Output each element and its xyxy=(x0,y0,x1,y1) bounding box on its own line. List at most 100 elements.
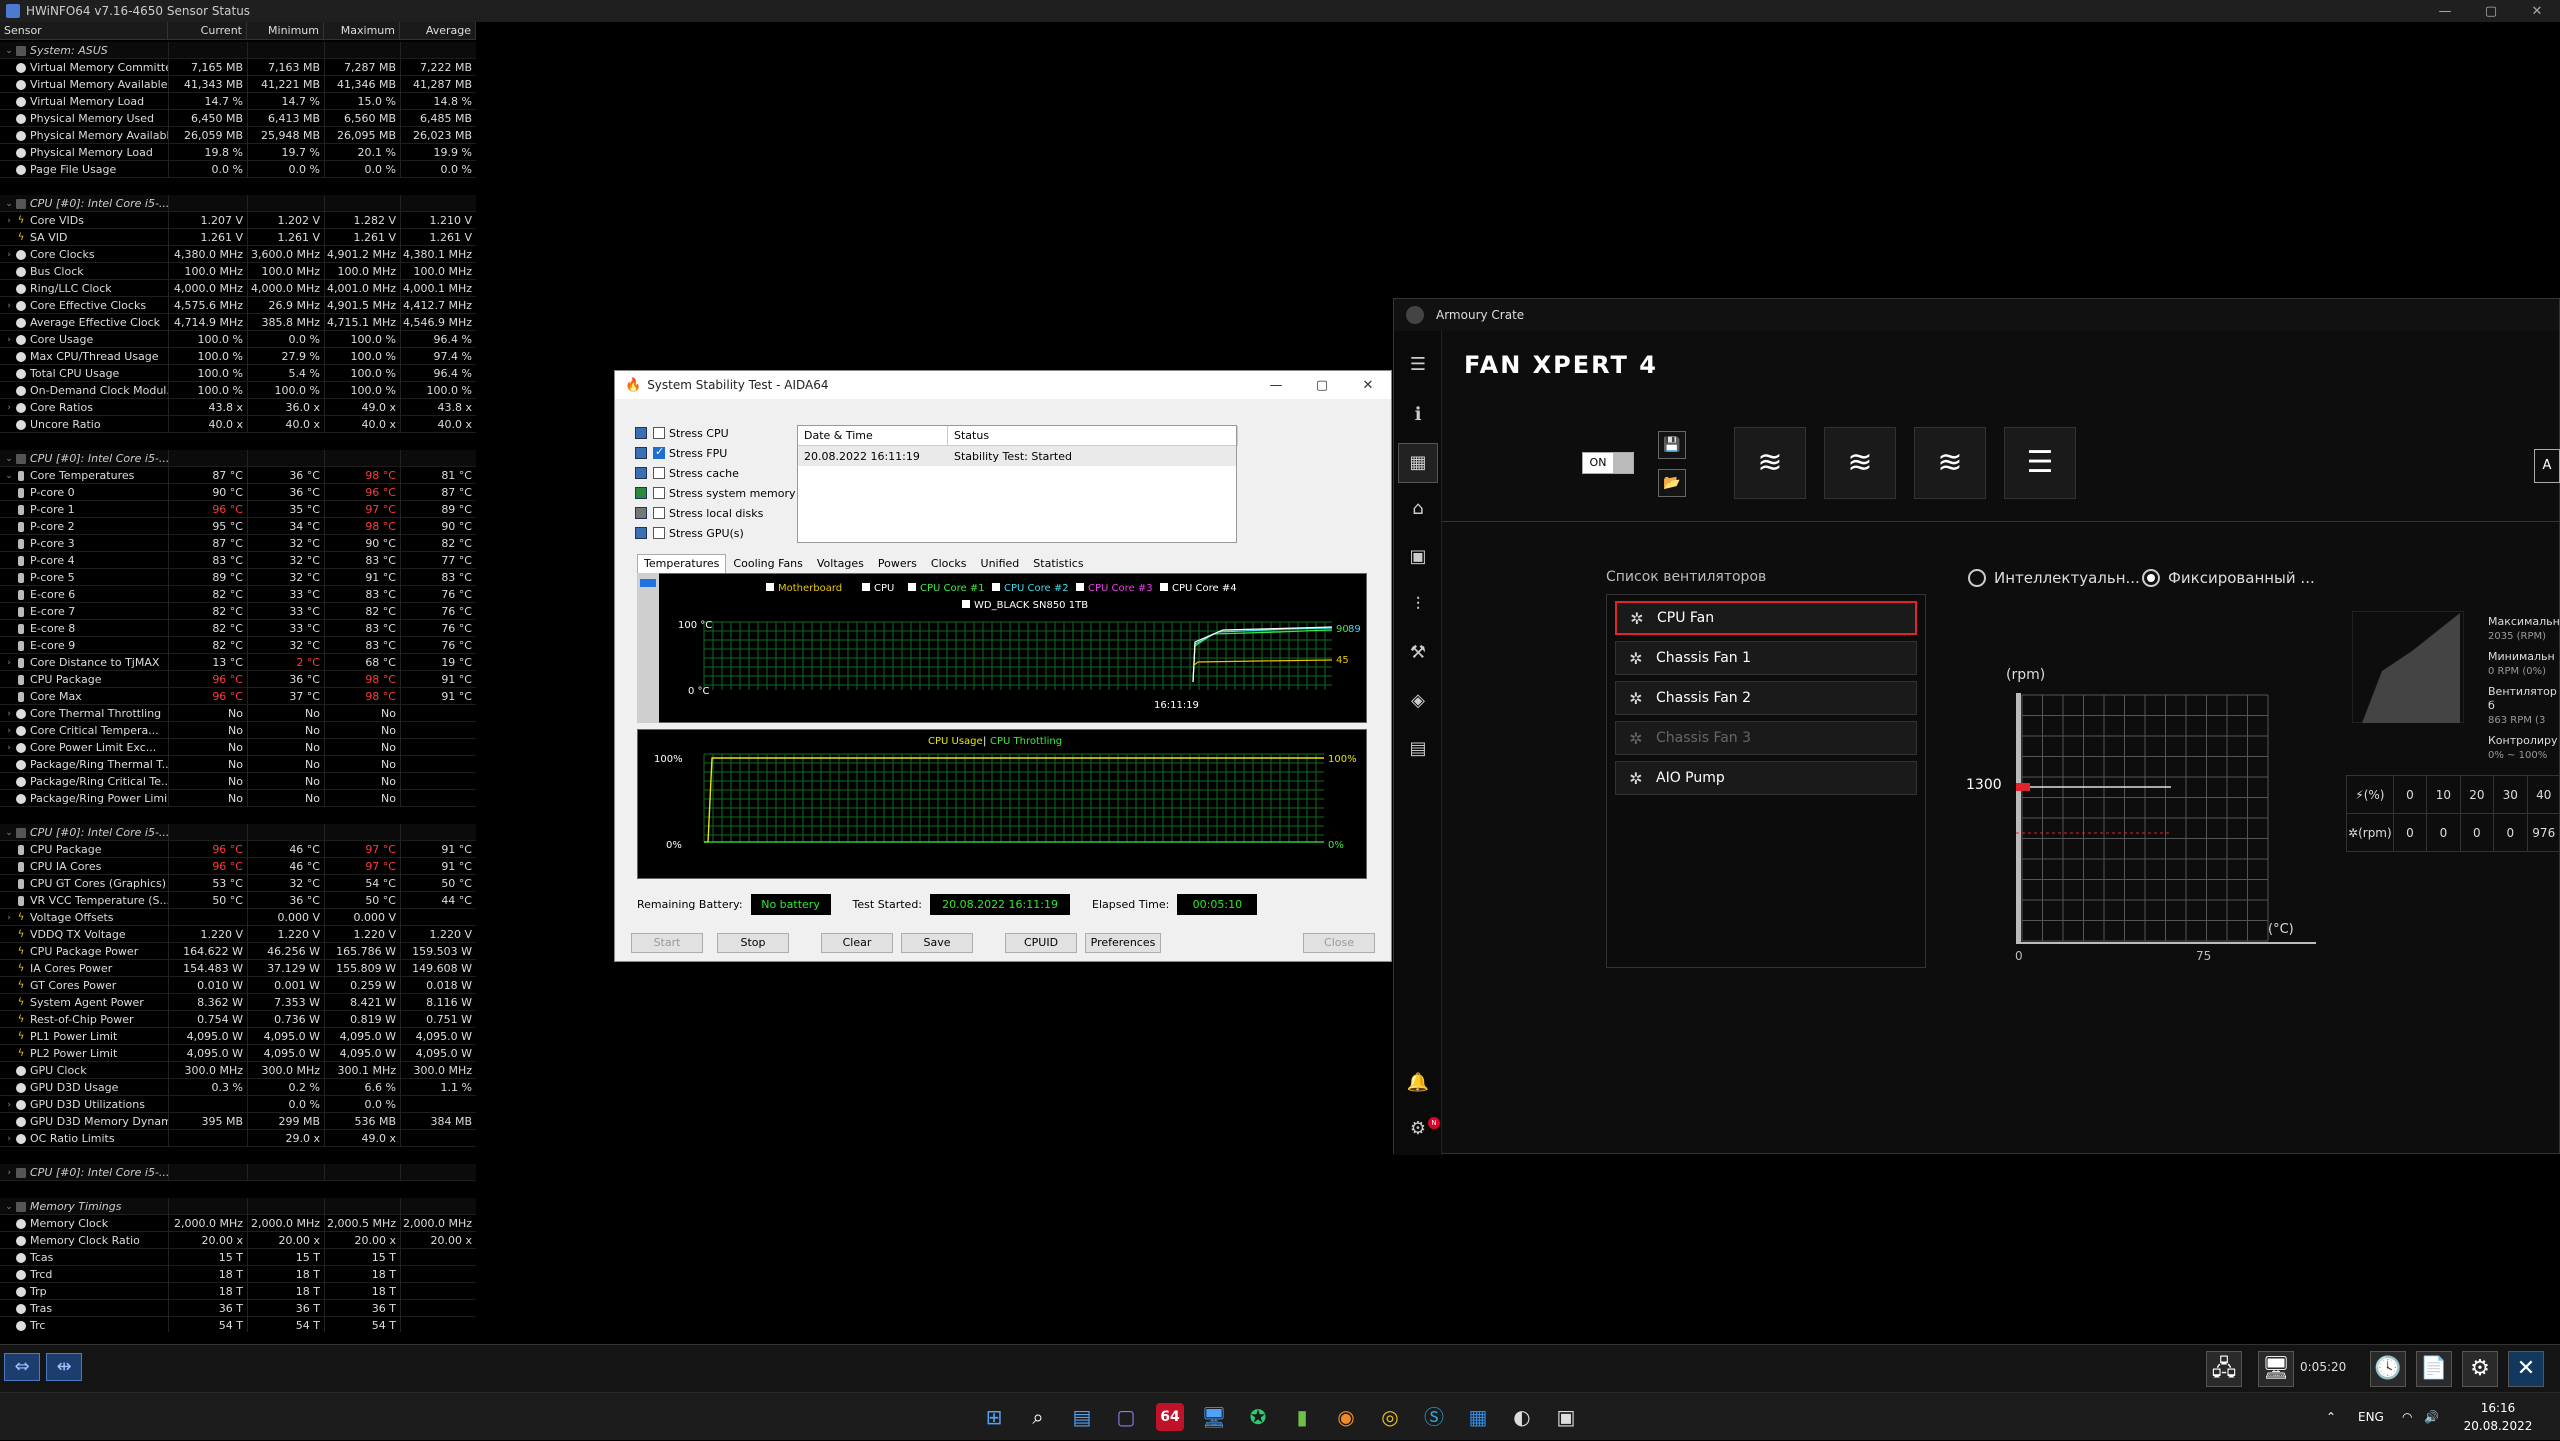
start-button[interactable]: Start xyxy=(631,933,703,953)
table-row[interactable]: GPU Clock300.0 MHz300.0 MHz300.1 MHz300.… xyxy=(0,1062,476,1079)
table-row[interactable]: Tras36 T36 T36 T xyxy=(0,1300,476,1317)
xbox-icon[interactable]: ✪ xyxy=(1244,1403,1272,1431)
sensor-group[interactable]: ›CPU [#0]: Intel Core i5-... xyxy=(0,1164,476,1181)
expand-chevron-icon[interactable]: ⌄ xyxy=(4,46,14,56)
wifi-icon[interactable]: ◠ xyxy=(2402,1393,2412,1441)
gpu-z-icon[interactable]: ▮ xyxy=(1288,1403,1316,1431)
table-row[interactable]: Core Max96 °C37 °C98 °C91 °C xyxy=(0,688,476,705)
mode-standard-icon[interactable]: ≋ xyxy=(1824,427,1896,499)
table-row[interactable]: Trc54 T54 T54 T xyxy=(0,1317,476,1332)
legend-core3-checkbox[interactable] xyxy=(1076,583,1084,591)
table-row[interactable]: ›Core Ratios43.8 x36.0 x49.0 x43.8 x xyxy=(0,399,476,416)
add-report-icon[interactable]: 📄 xyxy=(2416,1351,2452,1387)
expand-chevron-icon[interactable]: ⌄ xyxy=(4,454,14,464)
table-row[interactable]: Max CPU/Thread Usage100.0 %27.9 %100.0 %… xyxy=(0,348,476,365)
col-date-time[interactable]: Date & Time xyxy=(798,426,948,446)
rpm-cell[interactable]: 0 xyxy=(2460,814,2493,852)
sensor-group[interactable]: ⌄System: ASUS xyxy=(0,42,476,59)
table-row[interactable]: CPU Package96 °C36 °C98 °C91 °C xyxy=(0,671,476,688)
gamevisual-icon[interactable]: ▣ xyxy=(1406,545,1430,569)
col-sensor[interactable]: Sensor xyxy=(0,22,168,39)
legend-core4-checkbox[interactable] xyxy=(1160,583,1168,591)
table-row[interactable]: ›Core Distance to TjMAX13 °C2 °C68 °C19 … xyxy=(0,654,476,671)
table-row[interactable]: ›Core Effective Clocks4,575.6 MHz26.9 MH… xyxy=(0,297,476,314)
nav-collapse-icon[interactable]: ⇹ xyxy=(46,1353,82,1381)
table-row[interactable]: GPU D3D Usage0.3 %0.2 %6.6 %1.1 % xyxy=(0,1079,476,1096)
clock-icon[interactable]: 🕓 xyxy=(2370,1351,2406,1387)
hwinfo-taskbar-icon[interactable]: ▦ xyxy=(1464,1403,1492,1431)
chrome-icon[interactable]: ◎ xyxy=(1376,1403,1404,1431)
table-row[interactable]: Virtual Memory Available41,343 MB41,221 … xyxy=(0,76,476,93)
table-row[interactable]: ›Core Usage100.0 %0.0 %100.0 %96.4 % xyxy=(0,331,476,348)
table-row[interactable]: E-core 882 °C33 °C83 °C76 °C xyxy=(0,620,476,637)
percent-cell[interactable]: 30 xyxy=(2494,776,2527,814)
menu-icon[interactable]: ☰ xyxy=(1406,353,1430,377)
expand-chevron-icon[interactable]: ⌄ xyxy=(4,1202,14,1212)
table-row[interactable]: CPU Package96 °C46 °C97 °C91 °C xyxy=(0,841,476,858)
rpm-drag-handle[interactable] xyxy=(2016,783,2030,791)
expand-chevron-icon[interactable]: › xyxy=(4,1100,14,1110)
screen-monitor-icon[interactable]: 🖥 xyxy=(2258,1351,2294,1387)
fan-item-aio-pump[interactable]: ✲AIO Pump xyxy=(1615,761,1917,795)
rpm-cell[interactable]: 976 xyxy=(2527,814,2560,852)
table-row[interactable]: ›Core Power Limit Exc...NoNoNo xyxy=(0,739,476,756)
fan-device-icon[interactable]: ▦ xyxy=(1398,443,1438,483)
table-row[interactable]: Virtual Memory Load14.7 %14.7 %15.0 %14.… xyxy=(0,93,476,110)
tab-statistics[interactable]: Statistics xyxy=(1026,554,1090,573)
mode-smart-radio[interactable]: Интеллектуальн... xyxy=(1968,569,2140,587)
widgets-icon[interactable]: ▤ xyxy=(1068,1403,1096,1431)
table-row[interactable]: ϟVDDQ TX Voltage1.220 V1.220 V1.220 V1.2… xyxy=(0,926,476,943)
info-icon[interactable]: ℹ xyxy=(1406,403,1430,427)
table-row[interactable]: ϟGT Cores Power0.010 W0.001 W0.259 W0.01… xyxy=(0,977,476,994)
table-row[interactable]: P-core 090 °C36 °C96 °C87 °C xyxy=(0,484,476,501)
expand-chevron-icon[interactable]: › xyxy=(4,743,14,753)
rpm-cell[interactable]: 0 xyxy=(2427,814,2460,852)
stress-gpu-checkbox[interactable] xyxy=(653,527,665,539)
fan-curve-chart[interactable] xyxy=(2016,693,2316,945)
maximize-icon[interactable]: ▢ xyxy=(2468,4,2514,19)
sensor-group[interactable]: ⌄CPU [#0]: Intel Core i5-... xyxy=(0,195,476,212)
chat-icon[interactable]: ▢ xyxy=(1112,1403,1140,1431)
tab-powers[interactable]: Powers xyxy=(871,554,924,573)
expand-chevron-icon[interactable]: ⌄ xyxy=(4,828,14,838)
sensor-group[interactable]: ⌄CPU [#0]: Intel Core i5-... xyxy=(0,450,476,467)
table-row[interactable]: Average Effective Clock4,714.9 MHz385.8 … xyxy=(0,314,476,331)
percent-cell[interactable]: 40 xyxy=(2527,776,2560,814)
tools-icon[interactable]: ⚒ xyxy=(1406,641,1430,665)
tray-chevron-icon[interactable]: ⌃ xyxy=(2326,1393,2336,1441)
preferences-button[interactable]: Preferences xyxy=(1085,933,1161,953)
table-row[interactable]: ›Core Thermal ThrottlingNoNoNo xyxy=(0,705,476,722)
browser-icon[interactable]: ◉ xyxy=(1332,1403,1360,1431)
volume-icon[interactable]: 🔊 xyxy=(2424,1393,2439,1441)
table-row[interactable]: ⌄Core Temperatures87 °C36 °C98 °C81 °C xyxy=(0,467,476,484)
table-row[interactable]: ›ϟCore VIDs1.207 V1.202 V1.282 V1.210 V xyxy=(0,212,476,229)
col-status[interactable]: Status xyxy=(948,426,1238,446)
fan-item-chassis-fan-3[interactable]: ✲Chassis Fan 3 xyxy=(1615,721,1917,755)
table-row[interactable]: On-Demand Clock Modul...100.0 %100.0 %10… xyxy=(0,382,476,399)
settings-gear-icon[interactable]: ⚙ xyxy=(1406,1117,1430,1141)
graph-scroll-thumb[interactable] xyxy=(640,579,656,587)
table-row[interactable]: E-core 782 °C33 °C82 °C76 °C xyxy=(0,603,476,620)
status-log[interactable]: Date & Time Status 20.08.2022 16:11:19 S… xyxy=(797,425,1237,543)
table-row[interactable]: ›Core Critical Tempera...NoNoNo xyxy=(0,722,476,739)
mode-fixed-radio[interactable]: Фиксированный ... xyxy=(2142,569,2315,587)
table-row[interactable]: Package/Ring Power Limi...NoNoNo xyxy=(0,790,476,807)
tab-unified[interactable]: Unified xyxy=(974,554,1027,573)
close-button[interactable]: Close xyxy=(1303,933,1375,953)
tab-voltages[interactable]: Voltages xyxy=(810,554,871,573)
fan-item-chassis-fan-2[interactable]: ✲Chassis Fan 2 xyxy=(1615,681,1917,715)
table-row[interactable]: Uncore Ratio40.0 x40.0 x40.0 x40.0 x xyxy=(0,416,476,433)
minimize-icon[interactable]: — xyxy=(2422,4,2468,19)
table-row[interactable]: ›Core Clocks4,380.0 MHz3,600.0 MHz4,901.… xyxy=(0,246,476,263)
expand-chevron-icon[interactable]: › xyxy=(4,403,14,413)
table-row[interactable]: GPU D3D Memory Dynamic395 MB299 MB536 MB… xyxy=(0,1113,476,1130)
table-row[interactable]: ϟPL1 Power Limit4,095.0 W4,095.0 W4,095.… xyxy=(0,1028,476,1045)
legend-motherboard-checkbox[interactable] xyxy=(766,583,774,591)
minimize-icon[interactable]: — xyxy=(1253,378,1299,393)
table-row[interactable]: Memory Clock Ratio20.00 x20.00 x20.00 x2… xyxy=(0,1232,476,1249)
tag-icon[interactable]: ◈ xyxy=(1406,689,1430,713)
cpuid-button[interactable]: CPUID xyxy=(1005,933,1077,953)
table-row[interactable]: P-core 295 °C34 °C98 °C90 °C xyxy=(0,518,476,535)
clock[interactable]: 16:16 20.08.2022 xyxy=(2448,1399,2548,1435)
table-row[interactable]: Package/Ring Thermal T...NoNoNo xyxy=(0,756,476,773)
